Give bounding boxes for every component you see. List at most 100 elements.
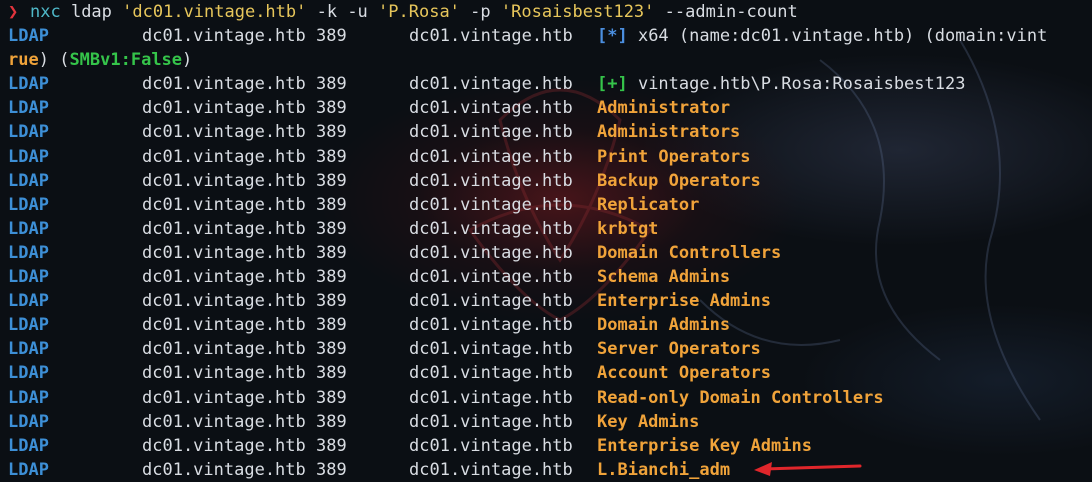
result-value: Replicator xyxy=(597,194,700,215)
target-host: dc01.vintage.htb xyxy=(409,98,573,119)
terminal-output: ❯ nxc ldap 'dc01.vintage.htb' -k -u 'P.R… xyxy=(0,0,1092,482)
host-port: dc01.vintage.htb 389 xyxy=(142,98,347,119)
result-row: LDAP dc01.vintage.htb 389 dc01.vintage.htb… xyxy=(0,313,1092,337)
result-value: Read-only Domain Controllers xyxy=(597,387,884,408)
smb-status: SMBv1:False xyxy=(69,50,183,71)
result-value: Administrator xyxy=(597,98,731,119)
host-port: dc01.vintage.htb 389 xyxy=(142,387,347,408)
target-host: dc01.vintage.htb xyxy=(409,242,573,263)
protocol-label: LDAP xyxy=(8,242,49,263)
result-value: Enterprise Admins xyxy=(597,291,771,312)
result-row: LDAP dc01.vintage.htb 389 dc01.vintage.htb… xyxy=(0,410,1092,434)
result-value: Key Admins xyxy=(597,411,700,432)
auth-text: vintage.htb\P.Rosa:Rosaisbest123 xyxy=(627,74,966,95)
target-host: dc01.vintage.htb xyxy=(409,74,573,95)
protocol-label: LDAP xyxy=(8,218,49,239)
target-host: dc01.vintage.htb xyxy=(409,122,573,143)
result-row: LDAP dc01.vintage.htb 389 dc01.vintage.htb… xyxy=(0,120,1092,144)
result-value: Domain Controllers xyxy=(597,242,782,263)
result-value: L.Bianchi_adm xyxy=(597,459,731,480)
protocol-label: LDAP xyxy=(8,387,49,408)
command-name: nxc xyxy=(30,2,61,22)
protocol-label: LDAP xyxy=(8,194,49,215)
result-row: LDAP dc01.vintage.htb 389 dc01.vintage.htb… xyxy=(0,386,1092,410)
result-row: LDAP dc01.vintage.htb 389 dc01.vintage.htb… xyxy=(0,458,1092,482)
red-arrow-icon xyxy=(754,462,862,476)
target-host: dc01.vintage.htb xyxy=(409,170,573,191)
protocol-label: LDAP xyxy=(8,98,49,119)
protocol-label: LDAP xyxy=(8,170,49,191)
result-value: Server Operators xyxy=(597,339,761,360)
host-port: dc01.vintage.htb 389 xyxy=(142,242,347,263)
info-text: x64 (name:dc01.vintage.htb) (domain:vint xyxy=(627,26,1048,47)
info-marker: [*] xyxy=(597,26,628,47)
command-args-post: --admin-count xyxy=(654,2,798,22)
info-message: [*] x64 (name:dc01.vintage.htb) (domain:… xyxy=(597,24,1047,48)
target-host: dc01.vintage.htb xyxy=(409,411,573,432)
result-value: Print Operators xyxy=(597,146,751,167)
host-port: dc01.vintage.htb 389 xyxy=(142,411,347,432)
target-host: dc01.vintage.htb xyxy=(409,339,573,360)
protocol-label: LDAP xyxy=(8,459,49,480)
host-port: dc01.vintage.htb 389 xyxy=(142,26,347,47)
result-value: Backup Operators xyxy=(597,170,761,191)
result-row: LDAP dc01.vintage.htb 389 dc01.vintage.htb… xyxy=(0,265,1092,289)
result-row: LDAP dc01.vintage.htb 389 dc01.vintage.htb… xyxy=(0,337,1092,361)
command-args-mid: -k -u xyxy=(306,2,379,22)
command-user: 'P.Rosa' xyxy=(378,2,460,22)
success-marker: [+] xyxy=(597,74,628,95)
host-port: dc01.vintage.htb 389 xyxy=(142,122,347,143)
target-host: dc01.vintage.htb xyxy=(409,26,573,47)
result-value: krbtgt xyxy=(597,218,659,239)
host-port: dc01.vintage.htb 389 xyxy=(142,74,347,95)
protocol-label: LDAP xyxy=(8,26,49,47)
result-row: LDAP dc01.vintage.htb 389 dc01.vintage.htb… xyxy=(0,434,1092,458)
protocol-label: LDAP xyxy=(8,435,49,456)
result-row: LDAP dc01.vintage.htb 389 dc01.vintage.htb… xyxy=(0,96,1092,120)
protocol-label: LDAP xyxy=(8,339,49,360)
result-row: LDAP dc01.vintage.htb 389 dc01.vintage.htb… xyxy=(0,289,1092,313)
host-port: dc01.vintage.htb 389 xyxy=(142,146,347,167)
protocol-label: LDAP xyxy=(8,267,49,288)
host-port: dc01.vintage.htb 389 xyxy=(142,194,347,215)
protocol-label: LDAP xyxy=(8,74,49,95)
wrapped-bool: rue xyxy=(8,50,39,71)
protocol-label: LDAP xyxy=(8,146,49,167)
wrapped-close: ) xyxy=(182,50,193,71)
result-row: LDAP dc01.vintage.htb 389 dc01.vintage.htb… xyxy=(0,145,1092,169)
target-host: dc01.vintage.htb xyxy=(409,291,573,312)
protocol-label: LDAP xyxy=(8,291,49,312)
protocol-label: LDAP xyxy=(8,411,49,432)
result-row: LDAP dc01.vintage.htb 389 dc01.vintage.htb… xyxy=(0,169,1092,193)
result-value: Administrators xyxy=(597,122,741,143)
host-port: dc01.vintage.htb 389 xyxy=(142,363,347,384)
result-row: LDAP dc01.vintage.htb 389 dc01.vintage.htb… xyxy=(0,361,1092,385)
protocol-label: LDAP xyxy=(8,122,49,143)
target-host: dc01.vintage.htb xyxy=(409,267,573,288)
terminal-window[interactable]: ❯ nxc ldap 'dc01.vintage.htb' -k -u 'P.R… xyxy=(0,0,1092,482)
command-line[interactable]: ❯ nxc ldap 'dc01.vintage.htb' -k -u 'P.R… xyxy=(0,0,1092,24)
host-port: dc01.vintage.htb 389 xyxy=(142,170,347,191)
target-host: dc01.vintage.htb xyxy=(409,459,573,480)
wrapped-open: ) ( xyxy=(38,50,70,71)
result-value: Account Operators xyxy=(597,363,771,384)
target-host: dc01.vintage.htb xyxy=(409,315,573,336)
host-port: dc01.vintage.htb 389 xyxy=(142,267,347,288)
auth-line: LDAP dc01.vintage.htb 389 dc01.vintage.h… xyxy=(0,72,1092,96)
command-password: 'Rosaisbest123' xyxy=(500,2,655,22)
host-port: dc01.vintage.htb 389 xyxy=(142,291,347,312)
target-host: dc01.vintage.htb xyxy=(409,146,573,167)
info-line: LDAP dc01.vintage.htb 389 dc01.vintage.h… xyxy=(0,24,1092,48)
host-port: dc01.vintage.htb 389 xyxy=(142,315,347,336)
auth-message: [+] vintage.htb\P.Rosa:Rosaisbest123 xyxy=(597,72,965,96)
result-row: LDAP dc01.vintage.htb 389 dc01.vintage.htb… xyxy=(0,193,1092,217)
command-args: ldap xyxy=(60,2,123,22)
command-args-mid2: -p xyxy=(459,2,501,22)
host-port: dc01.vintage.htb 389 xyxy=(142,435,347,456)
target-host: dc01.vintage.htb xyxy=(409,363,573,384)
protocol-label: LDAP xyxy=(8,363,49,384)
command-text: nxc ldap 'dc01.vintage.htb' -k -u 'P.Ros… xyxy=(30,0,798,24)
wrapped-text: rue) (SMBv1:False) xyxy=(8,48,192,72)
prompt-symbol: ❯ xyxy=(8,2,19,22)
result-list: LDAP dc01.vintage.htb 389 dc01.vintage.htb… xyxy=(0,96,1092,482)
